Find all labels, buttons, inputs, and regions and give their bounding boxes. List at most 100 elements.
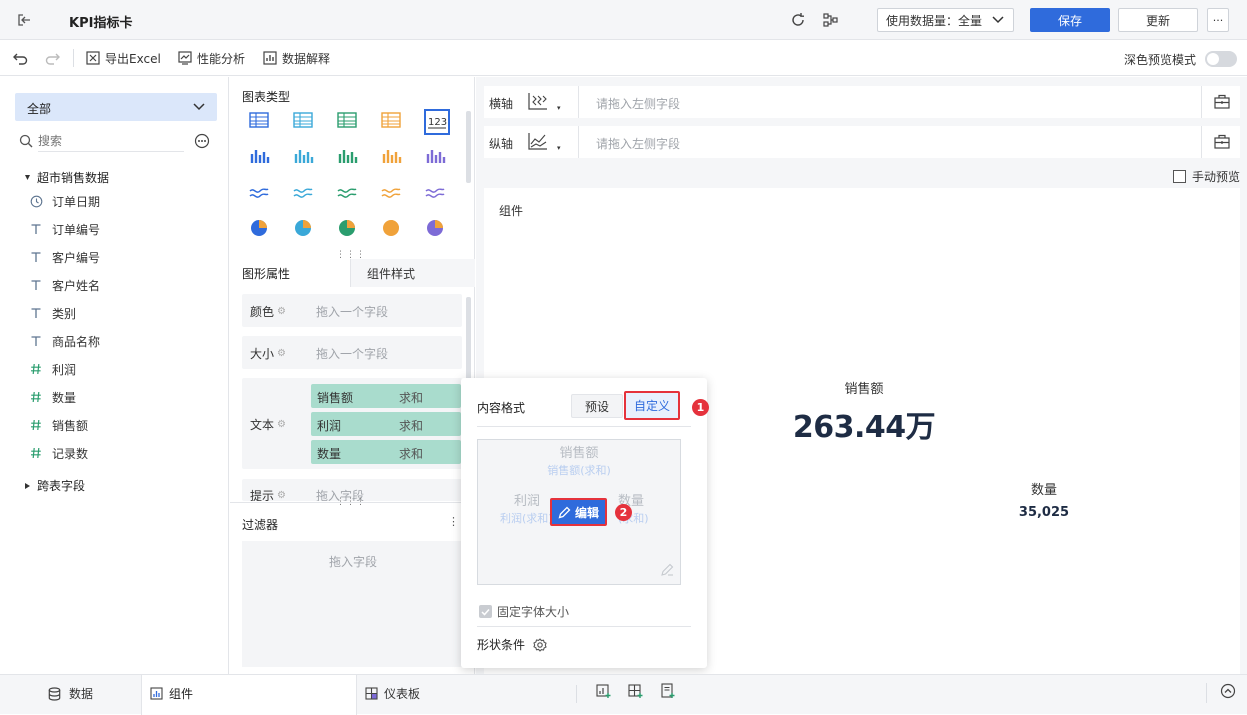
update-button[interactable]: 更新 — [1118, 8, 1198, 32]
cross-table-icon[interactable] — [292, 109, 318, 135]
multi-bar-icon[interactable] — [292, 145, 318, 171]
dark-preview-toggle[interactable] — [1205, 51, 1237, 67]
y-axis-type-icon[interactable] — [527, 132, 549, 150]
kpi-main-value: 263.44万 — [792, 410, 936, 445]
data-usage-label: 使用数据量： — [886, 13, 959, 28]
cross-table-node[interactable]: 跨表字段 — [24, 477, 85, 494]
field-item[interactable]: 数量 — [30, 387, 76, 407]
filter-more-icon[interactable]: ⋮ — [448, 515, 459, 528]
area-line-icon[interactable] — [248, 181, 274, 207]
fixed-font-checkbox[interactable]: 固定字体大小 — [479, 603, 569, 620]
funnel-icon[interactable] — [336, 181, 362, 207]
exit-icon[interactable] — [16, 12, 32, 28]
field-item[interactable]: 类别 — [30, 303, 76, 323]
tab-component[interactable]: 组件样式 — [350, 259, 475, 287]
dashboard-tab[interactable]: 仪表板 — [365, 685, 420, 702]
field-item[interactable]: 订单日期 — [30, 191, 100, 211]
collapse-up-icon[interactable] — [1220, 683, 1236, 699]
x-axis-type-icon[interactable] — [527, 92, 549, 110]
export-excel-button[interactable]: 导出Excel — [86, 40, 161, 76]
chart-icon — [150, 687, 163, 700]
field-item[interactable]: 客户姓名 — [30, 275, 100, 295]
preset-button[interactable]: 预设 — [571, 394, 623, 418]
caret-down-icon[interactable]: ▾ — [557, 144, 561, 152]
pie-chart-icon[interactable] — [248, 217, 274, 243]
flow-icon[interactable] — [822, 12, 839, 28]
refresh-icon[interactable] — [790, 12, 806, 28]
field-item[interactable]: 商品名称 — [30, 331, 100, 351]
content-format-popup: 内容格式 预设 自定义 1 销售额 销售额(求和) 利润 数量 利润(求和) (… — [461, 378, 709, 668]
size-attr-label: 大小 ⚙ — [250, 345, 286, 362]
add-dashboard-icon[interactable] — [628, 683, 644, 699]
text-type-icon — [30, 251, 44, 263]
performance-button[interactable]: 性能分析 — [178, 40, 245, 76]
chart-type-title: 图表类型 — [242, 90, 291, 104]
text-pill[interactable]: 销售额 求和 — [311, 384, 461, 408]
text-pill[interactable]: 数量 求和 — [311, 440, 461, 464]
gauge-icon[interactable] — [424, 181, 450, 207]
add-report-icon[interactable] — [660, 683, 676, 699]
field-item[interactable]: 订单编号 — [30, 219, 100, 239]
field-item[interactable]: 客户编号 — [30, 247, 100, 267]
number-type-icon — [30, 391, 44, 403]
table-chart-icon[interactable] — [248, 109, 274, 135]
toolbar-divider — [73, 49, 74, 67]
y-axis-placeholder: 请拖入左侧字段 — [596, 137, 681, 151]
toolbox-icon[interactable] — [1214, 94, 1230, 109]
chart-type-scrollbar[interactable] — [466, 111, 471, 183]
redo-icon[interactable] — [45, 51, 60, 65]
bubble-icon[interactable] — [424, 217, 450, 243]
save-button[interactable]: 保存 — [1030, 8, 1110, 32]
add-component-icon[interactable] — [596, 683, 612, 699]
kpi-card-icon[interactable]: 123 — [424, 109, 450, 135]
grouped-bar-icon[interactable] — [248, 145, 274, 171]
data-explain-button[interactable]: 数据解释 — [263, 40, 330, 76]
wave-area-icon[interactable] — [380, 181, 406, 207]
edit-button[interactable]: 编辑 — [550, 498, 607, 526]
data-usage-select[interactable]: 使用数据量： 全量 — [877, 8, 1014, 32]
data-tab[interactable]: 数据 — [48, 685, 93, 702]
radar-icon[interactable] — [292, 181, 318, 207]
shape-condition-row[interactable]: 形状条件 — [477, 636, 547, 653]
toolbar: 导出Excel 性能分析 数据解释 深色预览模式 — [0, 40, 1247, 76]
size-label-text: 大小 — [250, 347, 275, 361]
donut-chart-icon[interactable] — [336, 217, 362, 243]
field-item[interactable]: 记录数 — [30, 443, 88, 463]
range-bar-icon[interactable] — [424, 145, 450, 171]
search-input[interactable] — [38, 130, 184, 152]
custom-button[interactable]: 自定义 — [624, 391, 680, 420]
pencil-icon — [558, 506, 571, 519]
stacked-bar-icon[interactable] — [380, 145, 406, 171]
more-options-icon[interactable] — [194, 133, 210, 149]
page-title: KPI指标卡 — [69, 16, 133, 31]
gear-icon[interactable] — [533, 637, 547, 652]
treemap-icon[interactable] — [380, 109, 406, 135]
size-attr-row[interactable]: 大小 ⚙ 拖入一个字段 — [242, 336, 462, 369]
text-type-icon — [30, 335, 44, 347]
more-button[interactable]: ··· — [1207, 8, 1229, 32]
shape-condition-label: 形状条件 — [477, 638, 526, 652]
filter-dropzone[interactable]: 拖入字段 — [242, 541, 463, 667]
color-attr-row[interactable]: 颜色 ⚙ 拖入一个字段 — [242, 294, 462, 327]
caret-down-icon[interactable]: ▾ — [557, 104, 561, 112]
scope-select[interactable]: 全部 — [15, 93, 217, 121]
field-item[interactable]: 利润 — [30, 359, 76, 379]
text-pill[interactable]: 利润 求和 — [311, 412, 461, 436]
performance-icon — [178, 51, 192, 65]
column-chart-icon[interactable] — [336, 145, 362, 171]
clock-icon — [30, 195, 44, 208]
component-tab[interactable]: 组件 — [141, 675, 357, 715]
field-item[interactable]: 销售额 — [30, 415, 88, 435]
tab-graphic[interactable]: 图形属性 — [230, 259, 350, 287]
toolbox-icon[interactable] — [1214, 134, 1230, 149]
undo-icon[interactable] — [13, 51, 28, 65]
step-marker-2: 2 — [615, 504, 632, 521]
rose-chart-icon[interactable] — [292, 217, 318, 243]
manual-preview-checkbox[interactable]: 手动预览 — [1173, 168, 1240, 185]
scatter-icon[interactable] — [380, 217, 406, 243]
detail-table-icon[interactable] — [336, 109, 362, 135]
text-attr-row[interactable]: 文本 ⚙ 销售额 求和 利润 求和 数量 求和 — [242, 378, 462, 469]
data-usage-value: 全量 — [958, 13, 983, 28]
svg-text:123: 123 — [428, 117, 447, 128]
dataset-node[interactable]: 超市销售数据 — [24, 169, 109, 186]
